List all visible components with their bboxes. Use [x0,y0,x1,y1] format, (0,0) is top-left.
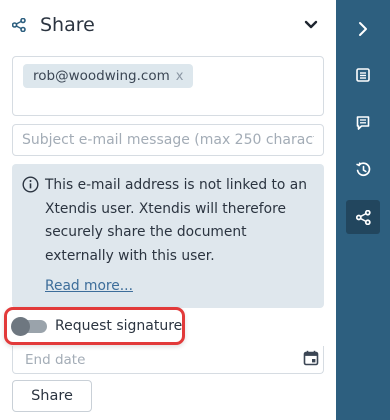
share-icon [12,18,26,32]
end-date-label: End date [25,352,86,368]
share-button[interactable]: Share [12,380,92,412]
history-icon [355,161,370,176]
info-icon [22,176,39,193]
sidebar-item-history[interactable] [346,152,380,186]
request-signature-row[interactable]: Request signature [4,307,185,345]
remove-recipient-icon[interactable]: x [176,69,184,84]
right-sidebar [336,0,390,420]
info-box: This e-mail address is not linked to an … [12,164,324,308]
toggle-knob [11,317,30,336]
info-message: This e-mail address is not linked to an … [45,177,307,264]
calendar-icon[interactable] [303,350,319,366]
share-icon [355,209,371,225]
sidebar-item-documents[interactable] [346,58,380,92]
share-header[interactable]: Share [0,0,336,52]
recipient-chip: rob@woodwing.com x [23,64,194,88]
sidebar-item-collapse[interactable] [346,12,380,46]
subject-input[interactable] [12,124,324,156]
chevron-down-icon[interactable] [304,20,318,30]
read-more-link[interactable]: Read more... [45,278,133,294]
recipients-field[interactable]: rob@woodwing.com x [12,56,324,116]
document-list-icon [356,68,370,82]
request-signature-label: Request signature [55,318,183,334]
chevron-right-icon [359,22,367,36]
share-panel: Share rob@woodwing.com x This e-mail addr… [0,0,336,420]
panel-title: Share [40,14,95,36]
comment-icon [356,116,370,130]
end-date-field[interactable]: End date [12,346,324,374]
sidebar-item-comments[interactable] [346,106,380,140]
sidebar-item-share[interactable] [346,200,380,234]
recipient-email: rob@woodwing.com [33,68,170,84]
